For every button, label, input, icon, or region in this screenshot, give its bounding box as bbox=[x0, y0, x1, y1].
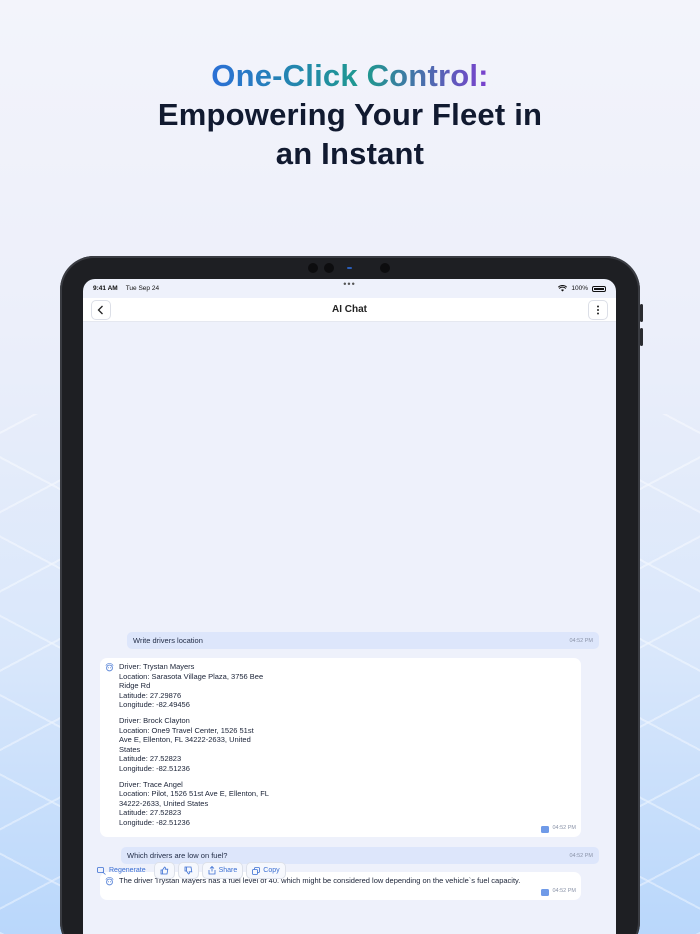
message-actions: Regenerate Share Copy bbox=[97, 862, 286, 879]
regenerate-label: Regenerate bbox=[109, 867, 146, 874]
chat-header: AI Chat bbox=[83, 298, 616, 322]
driver-location: Location: Pilot, 1526 51st Ave E, Ellent… bbox=[119, 789, 269, 799]
status-bar: 9:41 AM Tue Sep 24 ••• 100% bbox=[83, 279, 616, 298]
promo-headline: One-Click Control: Empowering Your Fleet… bbox=[0, 56, 700, 173]
speak-icon[interactable] bbox=[541, 888, 550, 896]
tablet-frame: 9:41 AM Tue Sep 24 ••• 100% AI Chat Writ… bbox=[60, 256, 643, 934]
app-screen: 9:41 AM Tue Sep 24 ••• 100% AI Chat Writ… bbox=[83, 279, 616, 934]
sensor-icon bbox=[324, 263, 334, 273]
ai-message-meta: 04:52 PM bbox=[541, 887, 576, 897]
driver-latitude: Latitude: 27.29876 bbox=[119, 690, 182, 700]
chat-area[interactable]: Write drivers location 04:52 PM Driver: … bbox=[83, 323, 616, 934]
share-button[interactable]: Share bbox=[201, 862, 244, 879]
more-options-button[interactable] bbox=[588, 300, 608, 320]
driver-entry: Driver: Trace Angel Location: Pilot, 152… bbox=[119, 780, 269, 828]
chevron-left-icon bbox=[97, 305, 103, 315]
user-message: Write drivers location 04:52 PM bbox=[127, 632, 599, 649]
camera-indicator bbox=[347, 267, 352, 269]
driver-location-cont: Ave E, Ellenton, FL 34222-2633, United bbox=[119, 735, 251, 745]
copy-icon bbox=[252, 866, 261, 875]
driver-entry: Driver: Brock Clayton Location: One9 Tra… bbox=[119, 716, 269, 774]
ai-message-body: Driver: Trystan Mayers Location: Sarasot… bbox=[119, 662, 269, 834]
driver-longitude: Longitude: -82.51236 bbox=[119, 763, 190, 773]
driver-name: Driver: Trace Angel bbox=[119, 779, 183, 789]
copy-button[interactable]: Copy bbox=[246, 862, 286, 879]
volume-up-button bbox=[640, 304, 643, 322]
battery-icon bbox=[592, 285, 606, 292]
driver-latitude: Latitude: 27.52823 bbox=[119, 808, 182, 818]
regenerate-icon bbox=[97, 866, 106, 875]
volume-down-button bbox=[640, 328, 643, 346]
more-vertical-icon bbox=[597, 305, 599, 315]
driver-latitude: Latitude: 27.52823 bbox=[119, 754, 182, 764]
ai-bot-icon bbox=[105, 663, 114, 672]
copy-label: Copy bbox=[263, 867, 280, 874]
status-right: 100% bbox=[558, 285, 606, 292]
driver-name: Driver: Brock Clayton bbox=[119, 715, 190, 725]
regenerate-button[interactable]: Regenerate bbox=[97, 862, 151, 879]
dislike-button[interactable] bbox=[177, 862, 199, 879]
message-time: 04:52 PM bbox=[569, 637, 593, 644]
driver-longitude: Longitude: -82.49456 bbox=[119, 700, 190, 710]
driver-location-cont: States bbox=[119, 744, 141, 754]
share-label: Share bbox=[218, 867, 238, 874]
driver-location-cont: 34222-2633, United States bbox=[119, 798, 209, 808]
driver-name: Driver: Trystan Mayers bbox=[119, 662, 195, 671]
page-title: AI Chat bbox=[332, 304, 367, 315]
battery-percent: 100% bbox=[571, 285, 588, 292]
camera-icon bbox=[308, 263, 318, 273]
multitask-dots[interactable]: ••• bbox=[343, 279, 355, 289]
thumbs-down-icon bbox=[184, 866, 192, 875]
status-time: 9:41 AM bbox=[93, 285, 118, 292]
like-button[interactable] bbox=[153, 862, 175, 879]
driver-location-cont: Ridge Rd bbox=[119, 681, 151, 691]
status-date: Tue Sep 24 bbox=[125, 285, 160, 292]
driver-location: Location: One9 Travel Center, 1526 51st bbox=[119, 725, 254, 735]
headline-line-3: an Instant bbox=[275, 136, 425, 171]
driver-entry: Driver: Trystan Mayers Location: Sarasot… bbox=[119, 662, 269, 710]
message-time: 04:52 PM bbox=[569, 852, 593, 859]
message-time: 04:52 PM bbox=[552, 888, 576, 895]
headline-accent: One-Click Control: bbox=[211, 58, 489, 93]
message-time: 04:52 PM bbox=[552, 825, 576, 832]
user-message-text: Write drivers location bbox=[133, 636, 203, 645]
user-message-text: Which drivers are low on fuel? bbox=[127, 851, 228, 860]
sensor-icon bbox=[380, 263, 390, 273]
ai-message: Driver: Trystan Mayers Location: Sarasot… bbox=[100, 658, 581, 837]
headline-line-2: Empowering Your Fleet in bbox=[157, 97, 543, 132]
driver-location: Location: Sarasota Village Plaza, 3756 B… bbox=[119, 671, 264, 681]
ai-message-meta: 04:52 PM bbox=[541, 824, 576, 834]
driver-longitude: Longitude: -82.51236 bbox=[119, 817, 190, 827]
speak-icon[interactable] bbox=[541, 825, 550, 833]
share-icon bbox=[208, 866, 215, 875]
back-button[interactable] bbox=[91, 300, 111, 320]
thumbs-up-icon bbox=[160, 866, 168, 875]
wifi-icon bbox=[558, 285, 568, 292]
